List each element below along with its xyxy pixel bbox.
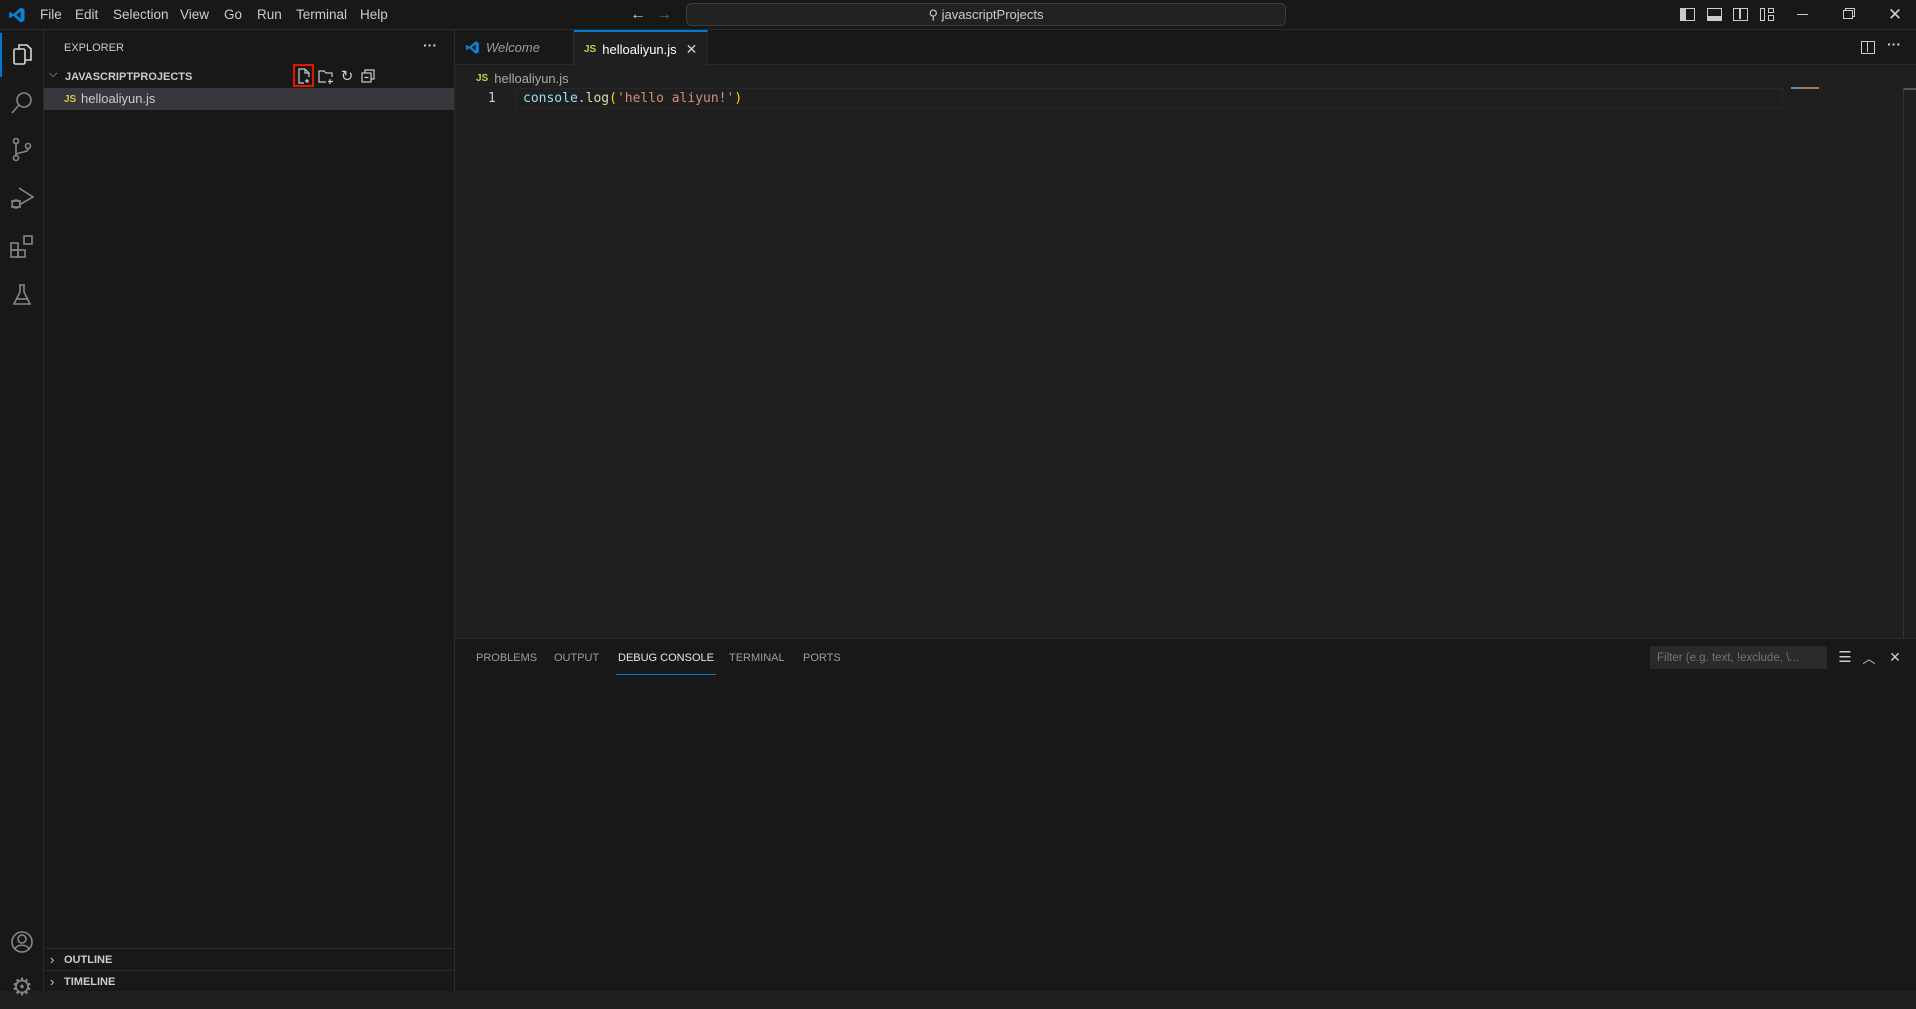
more-actions-icon[interactable]: ··· [423, 37, 437, 53]
clear-console-icon[interactable]: ☰ [1836, 648, 1854, 666]
tab-label: helloaliyun.js [602, 41, 677, 57]
code-paren: ( [609, 91, 617, 106]
code-paren: ) [734, 91, 743, 106]
search-icon: ⚲ [928, 7, 942, 22]
back-arrow-icon[interactable]: ← [627, 4, 649, 26]
timeline-section[interactable]: › TIMELINE [44, 970, 454, 992]
menu-selection[interactable]: Selection [107, 0, 175, 30]
menu-help[interactable]: Help [354, 0, 394, 30]
code-identifier: console [523, 91, 578, 106]
javascript-file-icon: JS [64, 94, 77, 105]
chevron-down-icon: ⌵ [49, 68, 58, 80]
forward-arrow-icon[interactable]: → [653, 4, 675, 26]
search-icon[interactable] [0, 81, 44, 125]
tab-welcome[interactable]: Welcome [455, 30, 574, 65]
toggle-secondary-sidebar-icon[interactable] [1733, 8, 1748, 21]
split-editor-icon[interactable] [1861, 41, 1875, 54]
customize-layout-icon[interactable] [1760, 8, 1775, 21]
file-item-helloaliyun[interactable]: JS helloaliyun.js [44, 88, 454, 110]
code-function: log [585, 91, 610, 106]
tab-label: Welcome [486, 40, 540, 55]
outline-label: OUTLINE [64, 954, 113, 966]
refresh-icon[interactable]: ↻ [337, 66, 357, 86]
panel-tab-output[interactable]: OUTPUT [552, 651, 601, 675]
vscode-welcome-icon [465, 41, 479, 54]
chevron-right-icon: › [50, 974, 55, 989]
line-number: 1 [488, 91, 496, 106]
close-tab-icon[interactable]: ✕ [686, 41, 698, 58]
tab-helloaliyun[interactable]: JS helloaliyun.js ✕ [574, 30, 708, 66]
javascript-file-icon: JS [476, 72, 489, 84]
panel-tab-terminal[interactable]: TERMINAL [727, 651, 787, 675]
project-folder-name: JAVASCRIPTPROJECTS [65, 71, 193, 83]
breadcrumb[interactable]: JS helloaliyun.js [476, 69, 569, 87]
run-debug-icon[interactable] [0, 176, 44, 220]
maximize-panel-icon[interactable]: ︿ [1860, 648, 1878, 666]
chevron-right-icon: › [50, 952, 55, 967]
menu-run[interactable]: Run [251, 0, 288, 30]
file-name: helloaliyun.js [81, 91, 156, 106]
new-file-icon[interactable] [293, 64, 314, 87]
source-control-icon[interactable] [0, 128, 44, 172]
editor-scrollbar[interactable] [1903, 88, 1916, 638]
menu-view[interactable]: View [174, 0, 215, 30]
testing-icon[interactable] [0, 273, 44, 317]
code-dot: . [577, 91, 586, 106]
restore-icon[interactable] [1843, 10, 1853, 19]
javascript-file-icon: JS [584, 43, 597, 55]
menu-go[interactable]: Go [218, 0, 248, 30]
toggle-primary-sidebar-icon[interactable] [1680, 8, 1695, 21]
menu-edit[interactable]: Edit [69, 0, 104, 30]
explorer-sidebar: EXPLORER ··· ⌵ JAVASCRIPTPROJECTS ↻ JS h… [44, 30, 455, 991]
command-center-search[interactable]: ⚲ javascriptProjects [686, 3, 1286, 26]
editor-tab-bar: Welcome JS helloaliyun.js ✕ ··· [455, 30, 1916, 66]
bottom-panel: PROBLEMS OUTPUT DEBUG CONSOLE TERMINAL P… [455, 638, 1916, 991]
accounts-icon[interactable] [0, 920, 44, 964]
menu-file[interactable]: File [34, 0, 68, 30]
vscode-logo-icon [6, 4, 28, 26]
breadcrumb-file[interactable]: helloaliyun.js [494, 71, 568, 86]
toggle-panel-icon[interactable] [1707, 8, 1722, 21]
project-folder-header[interactable]: ⌵ JAVASCRIPTPROJECTS ↻ [44, 64, 454, 88]
menu-terminal[interactable]: Terminal [290, 0, 353, 30]
close-window-icon[interactable]: ✕ [1886, 4, 1904, 26]
explorer-icon[interactable] [0, 33, 44, 77]
panel-tab-debug-console[interactable]: DEBUG CONSOLE [616, 651, 716, 675]
title-bar: File Edit Selection View Go Run Terminal… [0, 0, 1916, 30]
minimap[interactable] [1791, 87, 1819, 89]
explorer-title: EXPLORER [64, 42, 124, 54]
debug-console-filter-input[interactable] [1650, 646, 1827, 669]
code-line[interactable]: console.log('hello aliyun!') [523, 89, 742, 108]
close-panel-icon[interactable]: ✕ [1886, 648, 1904, 666]
manage-gear-icon[interactable]: ⚙ [0, 965, 44, 1009]
search-label: javascriptProjects [941, 7, 1044, 22]
panel-tab-ports[interactable]: PORTS [801, 651, 843, 675]
new-folder-icon[interactable] [316, 66, 336, 86]
code-string: 'hello aliyun!' [616, 91, 735, 106]
collapse-all-icon[interactable] [358, 66, 378, 86]
panel-tab-problems[interactable]: PROBLEMS [474, 651, 539, 675]
timeline-label: TIMELINE [64, 976, 116, 988]
activity-bar: ⚙ [0, 30, 44, 1001]
outline-section[interactable]: › OUTLINE [44, 948, 454, 970]
editor-more-actions-icon[interactable]: ··· [1887, 36, 1901, 52]
minimize-icon[interactable] [1797, 14, 1808, 15]
extensions-icon[interactable] [0, 225, 44, 269]
